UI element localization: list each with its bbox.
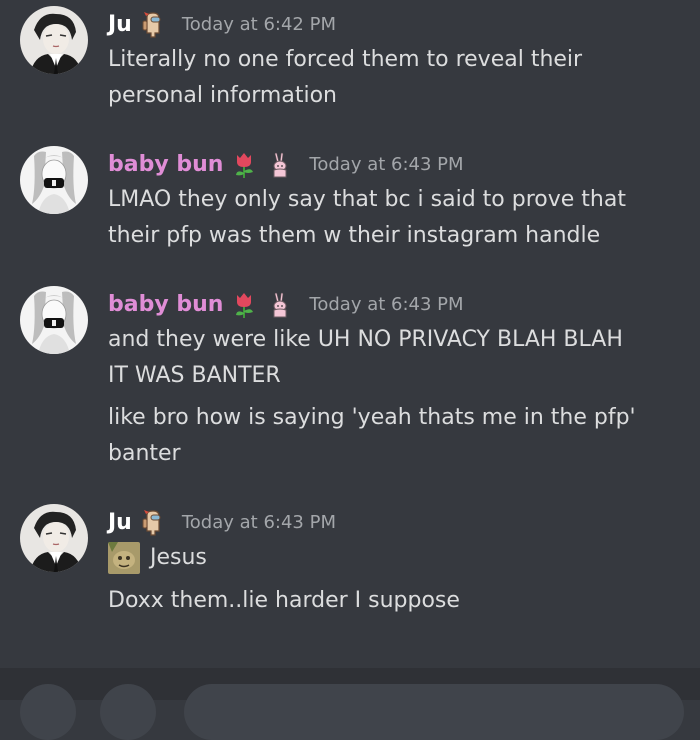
message-header: baby bun Today at 6:43 PM xyxy=(108,148,464,182)
timestamp: Today at 6:43 PM xyxy=(309,294,464,315)
timestamp: Today at 6:42 PM xyxy=(181,14,336,35)
message-text: IT WAS BANTER xyxy=(108,363,281,388)
pink-bunny-icon xyxy=(267,291,293,319)
plus-button[interactable] xyxy=(20,684,76,740)
avatar[interactable] xyxy=(20,504,88,572)
message-header: baby bun Today at 6:43 PM xyxy=(108,288,464,322)
message-text: Literally no one forced them to reveal t… xyxy=(108,47,583,72)
message-text: their pfp was them w their instagram han… xyxy=(108,223,601,248)
message-text: personal information xyxy=(108,83,337,108)
username[interactable]: Ju xyxy=(108,506,132,540)
username[interactable]: baby bun xyxy=(108,288,223,322)
apps-button[interactable] xyxy=(100,684,156,740)
message-text: LMAO they only say that bc i said to pro… xyxy=(108,187,626,212)
avatar-ju-icon xyxy=(20,6,88,74)
avatar[interactable] xyxy=(20,146,88,214)
message-text: Jesus xyxy=(150,545,207,570)
timestamp: Today at 6:43 PM xyxy=(181,512,336,533)
avatar[interactable] xyxy=(20,286,88,354)
message-header: Ju Today at 6:43 PM xyxy=(108,506,336,540)
username[interactable]: Ju xyxy=(108,8,132,42)
avatar-baby-bun-icon xyxy=(20,286,88,354)
message-text: and they were like UH NO PRIVACY BLAH BL… xyxy=(108,327,623,352)
message-composer-bar xyxy=(0,668,700,740)
pink-bunny-icon xyxy=(267,151,293,179)
timestamp: Today at 6:43 PM xyxy=(309,154,464,175)
username[interactable]: baby bun xyxy=(108,148,223,182)
message-input[interactable] xyxy=(184,684,684,740)
custom-emoji-image xyxy=(108,542,140,574)
chat-messages: Ju Today at 6:42 PM Literally no one for… xyxy=(0,0,700,668)
tulip-icon xyxy=(231,291,257,319)
message-header: Ju Today at 6:42 PM xyxy=(108,8,336,42)
among-us-crewmate-icon xyxy=(140,11,166,39)
avatar-ju-icon xyxy=(20,504,88,572)
message-text: Doxx them..lie harder I suppose xyxy=(108,588,460,613)
message-text: banter xyxy=(108,441,181,466)
message-text: like bro how is saying 'yeah thats me in… xyxy=(108,405,636,430)
tulip-icon xyxy=(231,151,257,179)
avatar-baby-bun-icon xyxy=(20,146,88,214)
avatar[interactable] xyxy=(20,6,88,74)
among-us-crewmate-icon xyxy=(140,509,166,537)
